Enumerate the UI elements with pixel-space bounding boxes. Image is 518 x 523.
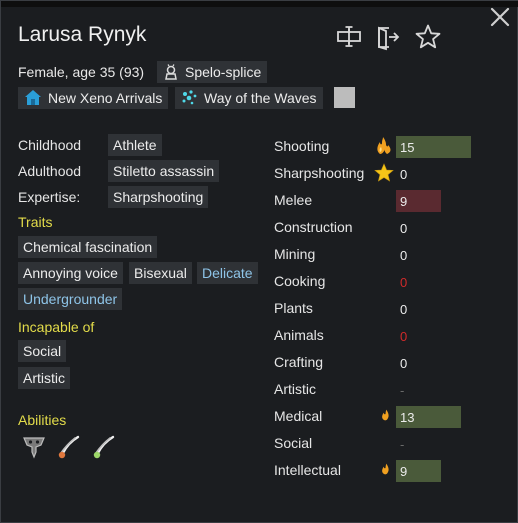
claw-red-ability-icon[interactable]	[56, 434, 82, 460]
skill-level: 0	[400, 356, 408, 371]
skill-level: 13	[400, 410, 415, 425]
adulthood-value[interactable]: Stiletto assassin	[108, 160, 220, 182]
star-passion-icon	[374, 163, 394, 182]
pawn-name: Larusa Rynyk	[18, 23, 147, 46]
adulthood-label: Adulthood	[18, 163, 82, 179]
skill-level: -	[400, 383, 405, 398]
trait-chip[interactable]: Undergrounder	[18, 288, 123, 310]
major-passion-flame-icon	[377, 137, 391, 154]
trait-chip[interactable]: Annoying voice	[18, 262, 123, 284]
skill-name: Plants	[274, 300, 313, 316]
abilities-heading: Abilities	[18, 412, 67, 428]
skill-level: 0	[400, 302, 408, 317]
skill-name: Sharpshooting	[274, 165, 365, 181]
traits-heading: Traits	[18, 214, 53, 230]
skill-level: 9	[400, 194, 408, 209]
skill-name: Construction	[274, 219, 353, 235]
skill-level: 0	[400, 275, 408, 290]
childhood-value[interactable]: Athlete	[108, 134, 162, 156]
skill-name: Animals	[274, 327, 324, 343]
minor-passion-flame-icon	[382, 463, 389, 475]
skill-level: 15	[400, 140, 415, 155]
minor-passion-flame-icon	[382, 409, 389, 421]
top-strip	[1, 1, 518, 7]
skill-level: 0	[400, 329, 408, 344]
banish-icon[interactable]	[374, 23, 402, 51]
ideoligion-tag[interactable]: Way of the Waves	[175, 87, 323, 109]
mask-ability-icon[interactable]	[21, 434, 47, 460]
xenotype-tag[interactable]: Spelo-splice	[157, 61, 268, 83]
house-icon	[25, 90, 41, 105]
close-icon[interactable]	[489, 6, 511, 28]
incapable-heading: Incapable of	[18, 319, 95, 335]
faction-tag[interactable]: New Xeno Arrivals	[18, 87, 169, 109]
incapable-chip[interactable]: Social	[18, 340, 67, 362]
skill-name: Social	[274, 435, 313, 451]
trait-chip[interactable]: Chemical fascination	[18, 236, 158, 258]
skill-name: Medical	[274, 408, 323, 424]
ideoligion-label: Way of the Waves	[204, 90, 317, 106]
skill-name: Cooking	[274, 273, 326, 289]
skill-name: Melee	[274, 192, 313, 208]
trait-chip[interactable]: Delicate	[197, 262, 258, 284]
skill-name: Crafting	[274, 354, 324, 370]
expertise-value[interactable]: Sharpshooting	[108, 186, 209, 208]
claw-green-ability-icon[interactable]	[91, 434, 117, 460]
skill-level: 0	[400, 221, 408, 236]
skill-name: Mining	[274, 246, 316, 262]
skill-level: 0	[400, 167, 408, 182]
childhood-label: Childhood	[18, 137, 82, 153]
skill-name: Artistic	[274, 381, 316, 397]
xenotype-icon	[165, 64, 177, 80]
xenotype-label: Spelo-splice	[185, 64, 262, 80]
star-icon[interactable]	[414, 23, 442, 51]
pawn-summary: Female, age 35 (93)	[18, 64, 145, 80]
incapable-chip[interactable]: Artistic	[18, 367, 70, 389]
skill-level: 9	[400, 464, 408, 479]
rename-icon[interactable]	[335, 23, 363, 51]
skill-level: 0	[400, 248, 408, 263]
skill-level: -	[400, 437, 405, 452]
skill-name: Shooting	[274, 138, 330, 154]
pawn-info-window: Larusa Rynyk Female, age 35 (93) Spelo-s…	[0, 0, 518, 523]
skill-name: Intellectual	[274, 462, 341, 478]
faction-label: New Xeno Arrivals	[48, 90, 163, 106]
expertise-label: Expertise:	[18, 189, 81, 205]
ideoligion-color-swatch[interactable]	[334, 87, 355, 108]
trait-chip[interactable]: Bisexual	[129, 262, 192, 284]
ideo-splash-icon	[182, 90, 197, 105]
